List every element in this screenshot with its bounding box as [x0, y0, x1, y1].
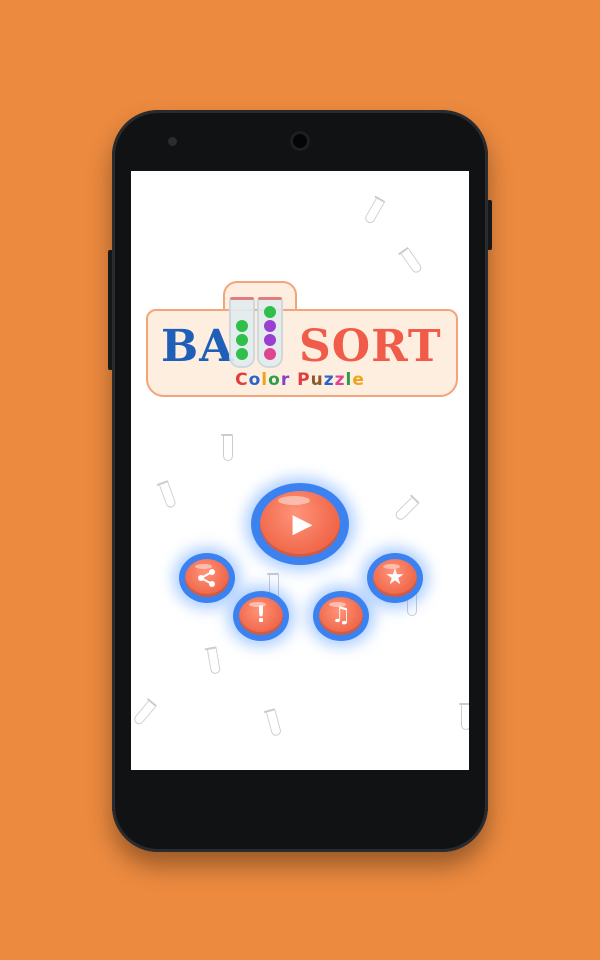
- music-note-icon: ♫: [331, 603, 351, 628]
- logo-ball: [264, 348, 276, 360]
- decor-tube-icon: [206, 648, 222, 675]
- logo-ball: [264, 334, 276, 346]
- decor-tube-icon: [459, 703, 469, 730]
- logo-tube-right: [257, 297, 283, 368]
- logo-subtitle-letter: z: [334, 370, 346, 390]
- game-screen: BA SORT Color Puzzle ▶ ! ♫ ★: [131, 171, 469, 770]
- logo-subtitle-letter: C: [235, 370, 249, 390]
- logo-ball: [264, 320, 276, 332]
- logo-word-right: SORT: [299, 321, 442, 372]
- music-button[interactable]: ♫: [313, 591, 369, 641]
- logo-subtitle-letter: o: [248, 370, 262, 390]
- logo-ball: [264, 306, 276, 318]
- logo-subtitle-letter: z: [323, 370, 335, 390]
- rate-button[interactable]: ★: [367, 553, 423, 603]
- decor-tube-icon: [363, 198, 385, 225]
- star-icon: ★: [385, 565, 405, 590]
- play-icon: ▶: [292, 509, 313, 539]
- decor-tube-icon: [393, 497, 419, 522]
- logo-subtitle-letter: u: [310, 370, 324, 390]
- play-button-face[interactable]: ▶: [260, 491, 340, 557]
- decor-tube-icon: [159, 482, 177, 509]
- decor-tube-icon: [132, 700, 156, 727]
- logo-subtitle-letter: o: [268, 370, 281, 390]
- share-button[interactable]: [179, 553, 235, 603]
- logo-subtitle-letter: e: [352, 370, 365, 390]
- decor-tube-icon: [400, 248, 424, 275]
- logo-subtitle-letter: P: [297, 370, 311, 390]
- logo-word-left: BA: [161, 321, 235, 372]
- share-button-face[interactable]: [185, 559, 229, 597]
- logo-tube-left: [229, 297, 255, 368]
- info-button-face[interactable]: !: [239, 597, 283, 635]
- phone-front-camera: [290, 131, 310, 151]
- phone-sensor: [168, 137, 177, 146]
- share-icon: [198, 569, 215, 587]
- logo-subtitle-letter: r: [280, 370, 291, 390]
- info-button[interactable]: !: [233, 591, 289, 641]
- logo-tubes-icon: [227, 297, 283, 368]
- logo-ball: [236, 348, 248, 360]
- rate-button-face[interactable]: ★: [373, 559, 417, 597]
- music-button-face[interactable]: ♫: [319, 597, 363, 635]
- play-button[interactable]: ▶: [251, 483, 349, 565]
- logo-ball: [236, 320, 248, 332]
- logo-subtitle: Color Puzzle: [131, 370, 469, 390]
- decor-tube-icon: [265, 710, 283, 737]
- decor-tube-icon: [221, 434, 233, 461]
- logo-ball: [236, 334, 248, 346]
- exclamation-icon: !: [255, 603, 267, 628]
